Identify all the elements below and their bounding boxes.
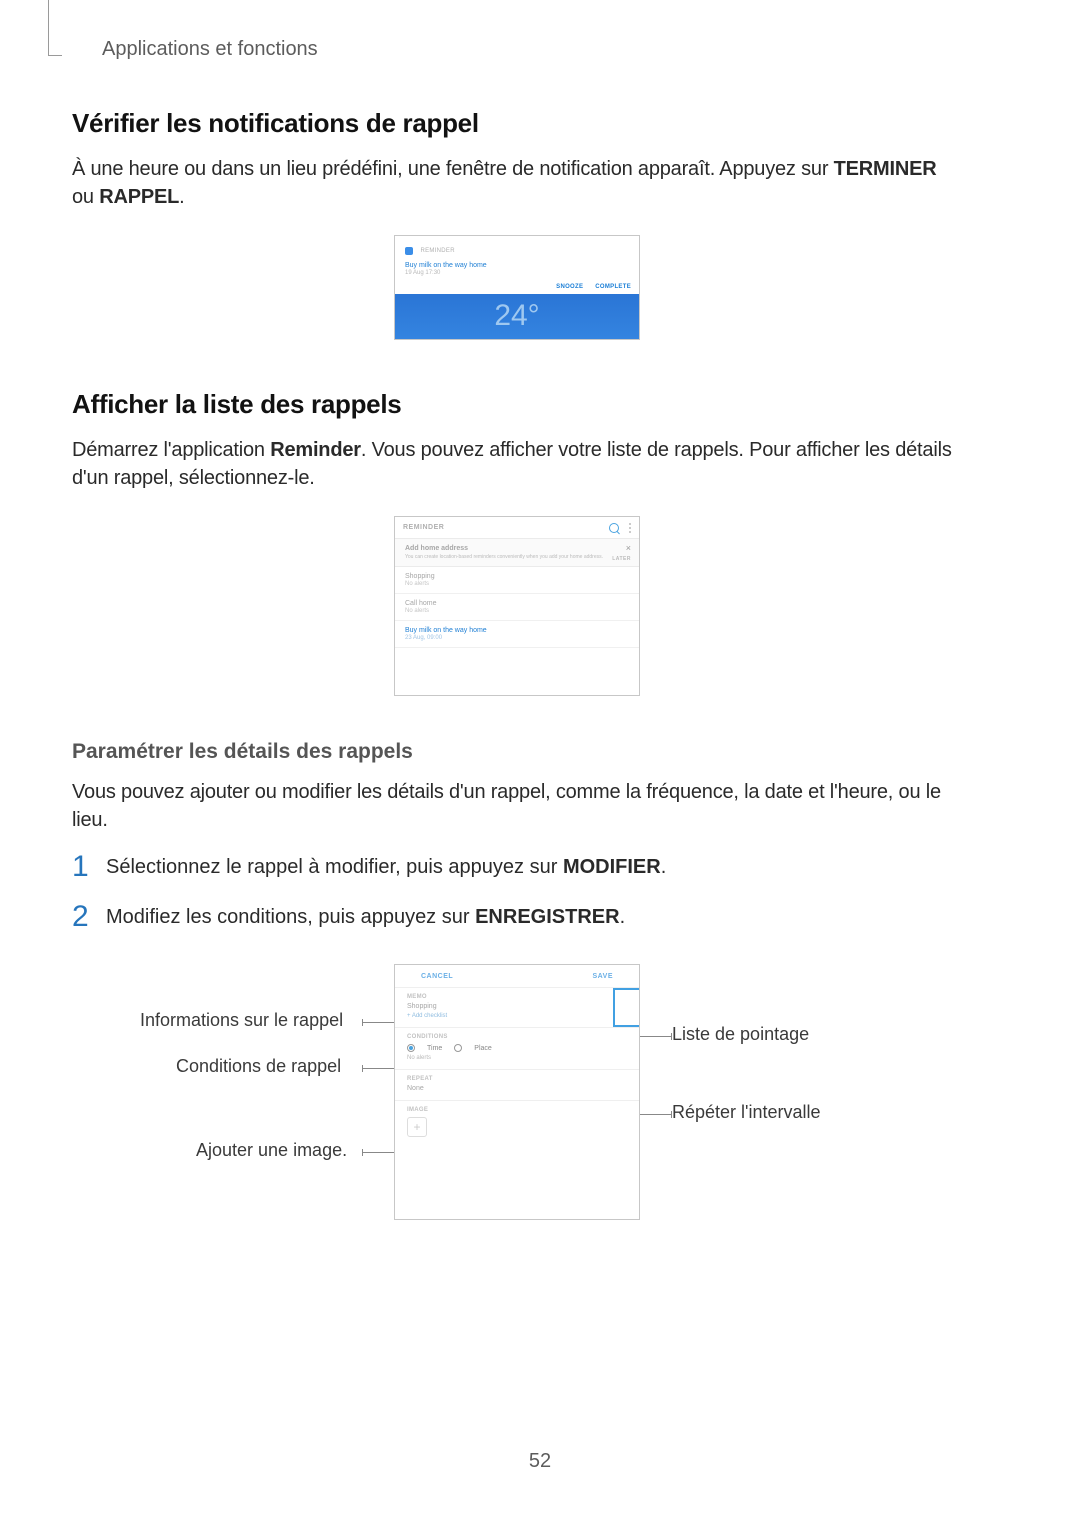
memo-add-checklist: + Add checklist xyxy=(407,1013,627,1019)
fig3-conditions-section: CONDITIONS Time Place No alerts xyxy=(395,1027,639,1069)
notification-card: REMINDER Buy milk on the way home 19 Aug… xyxy=(395,236,639,294)
section1-title: Vérifier les notifications de rappel xyxy=(72,108,962,139)
notification-time: 19 Aug 17:30 xyxy=(405,270,629,276)
text: Démarrez l'application xyxy=(72,439,270,461)
tip-later: LATER xyxy=(612,556,631,562)
text: . xyxy=(661,856,667,878)
step-1: 1 Sélectionnez le rappel à modifier, pui… xyxy=(72,852,962,882)
fig2-header: REMINDER xyxy=(395,517,639,539)
item-title: Call home xyxy=(405,600,629,607)
step-2: 2 Modifiez les conditions, puis appuyez … xyxy=(72,902,962,932)
keyword-rappel: RAPPEL xyxy=(99,186,179,208)
list-item: Shopping No alerts xyxy=(395,567,639,594)
notification-actions: SNOOZE COMPLETE xyxy=(546,284,631,290)
callout-image: Ajouter une image. xyxy=(196,1140,347,1161)
section3-title: Paramétrer les détails des rappels xyxy=(72,740,962,764)
keyword-enregistrer: ENREGISTRER xyxy=(475,906,619,928)
memo-value: Shopping xyxy=(407,1003,627,1010)
item-title: Shopping xyxy=(405,573,629,580)
fig3-actions: CANCEL SAVE xyxy=(395,965,639,987)
close-icon: × xyxy=(626,543,631,553)
section2-title: Afficher la liste des rappels xyxy=(72,389,962,420)
callout-repeat: Répéter l'intervalle xyxy=(672,1102,821,1123)
memo-label: MEMO xyxy=(407,994,627,1000)
radio-place-icon xyxy=(454,1044,462,1052)
figure3-edit-reminder: CANCEL SAVE MEMO Shopping + Add checklis… xyxy=(394,964,640,1220)
bell-icon xyxy=(405,247,413,255)
keyword-reminder: Reminder xyxy=(270,439,361,461)
fig3-repeat-section: REPEAT None xyxy=(395,1069,639,1100)
page-number: 52 xyxy=(0,1450,1080,1473)
repeat-value: None xyxy=(407,1085,627,1092)
radio-place-label: Place xyxy=(474,1045,492,1052)
snooze-action: SNOOZE xyxy=(556,284,583,290)
figure2-reminder-list: REMINDER Add home address You can create… xyxy=(394,516,640,696)
list-item: Call home No alerts xyxy=(395,594,639,621)
corner-rule xyxy=(48,0,62,56)
notification-title: Buy milk on the way home xyxy=(405,262,629,269)
item-sub: No alerts xyxy=(405,608,629,614)
step-number: 1 xyxy=(72,852,106,882)
fig2-tip-card: Add home address You can create location… xyxy=(395,539,639,567)
step-number: 2 xyxy=(72,902,106,932)
item-title: Buy milk on the way home xyxy=(405,627,629,634)
page-content: Vérifier les notifications de rappel À u… xyxy=(72,108,962,1264)
steps-list: 1 Sélectionnez le rappel à modifier, pui… xyxy=(72,852,962,932)
breadcrumb: Applications et fonctions xyxy=(102,38,318,61)
item-sub: 23 Aug, 09:00 xyxy=(405,635,629,641)
keyword-modifier: MODIFIER xyxy=(563,856,661,878)
radio-time-icon xyxy=(407,1044,415,1052)
fig3-image-section: IMAGE + xyxy=(395,1100,639,1145)
text: Sélectionnez le rappel à modifier, puis … xyxy=(106,856,563,878)
section3-body: Vous pouvez ajouter ou modifier les déta… xyxy=(72,778,962,834)
text: Modifiez les conditions, puis appuyez su… xyxy=(106,906,475,928)
step-text: Sélectionnez le rappel à modifier, puis … xyxy=(106,852,666,879)
item-sub: No alerts xyxy=(405,581,629,587)
callout-checklist: Liste de pointage xyxy=(672,1024,809,1045)
text: . xyxy=(179,186,184,208)
notification-app: REMINDER xyxy=(420,248,454,254)
repeat-label: REPEAT xyxy=(407,1076,627,1082)
text: . xyxy=(620,906,626,928)
conditions-label: CONDITIONS xyxy=(407,1034,627,1040)
figure1-wrap: REMINDER Buy milk on the way home 19 Aug… xyxy=(72,235,962,345)
section2-body: Démarrez l'application Reminder. Vous po… xyxy=(72,436,962,492)
text: À une heure ou dans un lieu prédéfini, u… xyxy=(72,158,834,180)
tip-body: You can create location-based reminders … xyxy=(405,554,629,560)
list-item: Buy milk on the way home 23 Aug, 09:00 xyxy=(395,621,639,648)
more-icon xyxy=(629,523,631,533)
radio-time-label: Time xyxy=(427,1045,442,1052)
figure3-callouts: Informations sur le rappel Conditions de… xyxy=(134,964,900,1220)
fig2-title: REMINDER xyxy=(403,524,609,531)
callout-info: Informations sur le rappel xyxy=(140,1010,343,1031)
text: ou xyxy=(72,186,99,208)
section1-body: À une heure ou dans un lieu prédéfini, u… xyxy=(72,155,962,211)
conditions-sub: No alerts xyxy=(407,1055,627,1061)
search-icon xyxy=(609,523,619,533)
tip-title: Add home address xyxy=(405,545,629,552)
cancel-action: CANCEL xyxy=(421,973,453,980)
step-text: Modifiez les conditions, puis appuyez su… xyxy=(106,902,625,929)
temperature-widget: 24° xyxy=(395,299,639,333)
complete-action: COMPLETE xyxy=(595,284,631,290)
keyword-terminer: TERMINER xyxy=(834,158,937,180)
figure2-wrap: REMINDER Add home address You can create… xyxy=(72,516,962,696)
image-label: IMAGE xyxy=(407,1107,627,1113)
conditions-radios: Time Place xyxy=(407,1044,627,1052)
figure1-notification: REMINDER Buy milk on the way home 19 Aug… xyxy=(394,235,640,340)
save-action: SAVE xyxy=(592,973,613,980)
callout-conditions: Conditions de rappel xyxy=(176,1056,341,1077)
figure3-wrap: Informations sur le rappel Conditions de… xyxy=(72,952,962,1220)
add-image-icon: + xyxy=(407,1117,427,1137)
checklist-highlight xyxy=(613,988,639,1027)
fig3-memo-section: MEMO Shopping + Add checklist xyxy=(395,987,639,1027)
